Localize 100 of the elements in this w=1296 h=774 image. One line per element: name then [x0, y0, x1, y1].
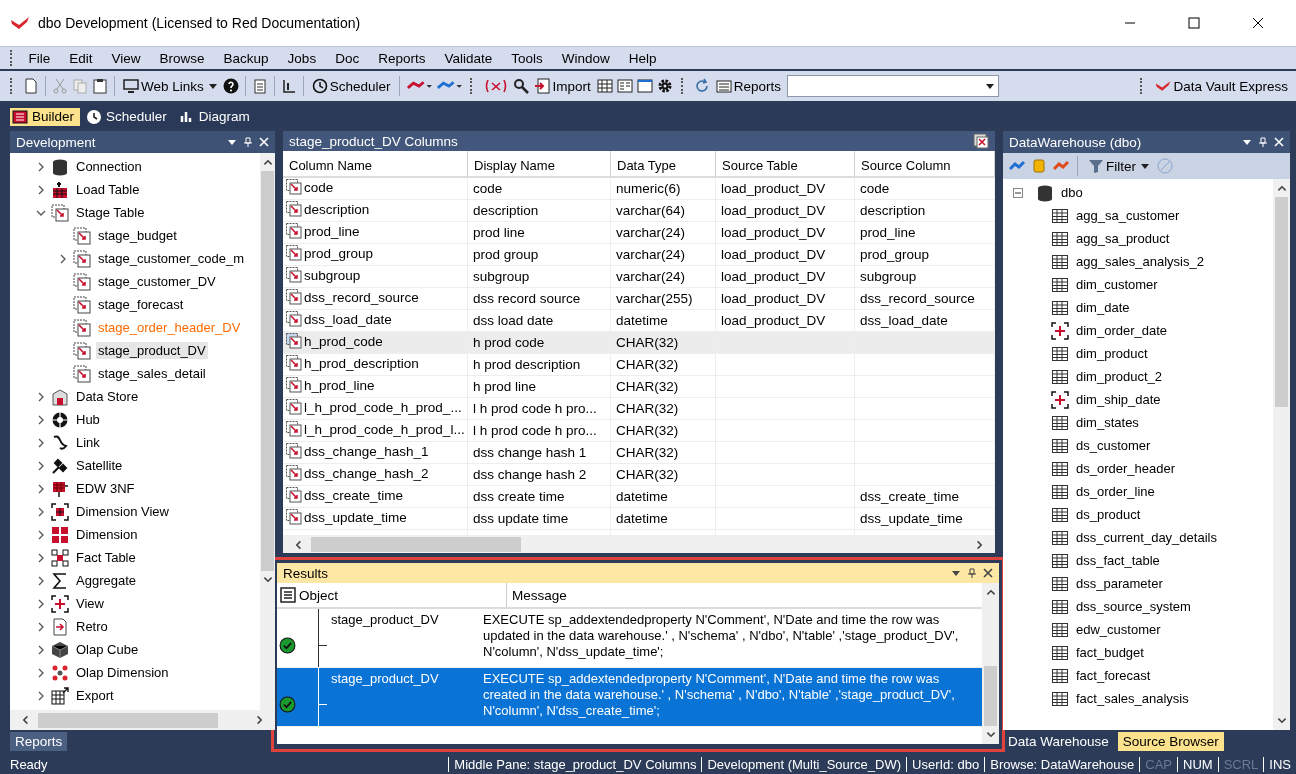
- tree-item[interactable]: dim_states: [1074, 414, 1141, 431]
- table-row[interactable]: l_h_prod_code_h_prod_l... l h prod code h pro... CHAR(32): [283, 419, 995, 442]
- dropdown-icon[interactable]: [1242, 137, 1252, 147]
- tree-item[interactable]: View: [74, 595, 106, 612]
- table-row[interactable]: l_h_prod_code_h_prod_... l h prod code h pro... CHAR(32): [283, 397, 995, 420]
- tree-item[interactable]: dim_date: [1074, 299, 1132, 316]
- menu-item[interactable]: Jobs: [278, 50, 326, 66]
- tree-item[interactable]: dss_current_day_details: [1074, 529, 1219, 546]
- column-header[interactable]: Column Name: [283, 151, 468, 177]
- expand-chevron-icon[interactable]: [36, 483, 46, 494]
- grid-icon[interactable]: [596, 78, 613, 94]
- tree-item[interactable]: stage_customer_DV: [96, 273, 218, 290]
- close-icon[interactable]: [983, 568, 993, 578]
- menu-item[interactable]: Reports: [368, 50, 435, 66]
- menu-item[interactable]: View: [102, 50, 151, 66]
- tree-item[interactable]: dss_source_system: [1074, 598, 1193, 615]
- scroll-thumb[interactable]: [311, 537, 521, 552]
- tree-item[interactable]: ds_product: [1074, 506, 1143, 523]
- tree-item[interactable]: ds_order_line: [1074, 483, 1157, 500]
- dropdown-icon[interactable]: [951, 568, 961, 578]
- maximize-icon[interactable]: [1188, 17, 1200, 29]
- menu-item[interactable]: Edit: [59, 50, 103, 66]
- table-close-icon[interactable]: [973, 133, 989, 149]
- pin-icon[interactable]: [967, 568, 977, 578]
- tree-item[interactable]: Export: [74, 687, 116, 704]
- table-row[interactable]: dss_create_time dss create time datetime dss_create_time: [283, 485, 995, 508]
- menu-item[interactable]: Doc: [325, 50, 369, 66]
- tree-item[interactable]: dim_product: [1074, 345, 1150, 362]
- tree-item[interactable]: fact_sales_analysis: [1074, 690, 1191, 707]
- view-tab[interactable]: Diagram: [176, 107, 256, 126]
- expand-chevron-icon[interactable]: [36, 529, 46, 540]
- expand-chevron-icon[interactable]: [36, 161, 46, 172]
- expand-chevron-icon[interactable]: [36, 667, 46, 678]
- view-tab[interactable]: Scheduler: [84, 107, 173, 126]
- scroll-thumb[interactable]: [261, 171, 274, 571]
- tree-item[interactable]: dim_customer: [1074, 276, 1160, 293]
- panel-tab[interactable]: Data Warehouse: [1003, 731, 1114, 751]
- settings-icon[interactable]: [656, 78, 673, 94]
- column-header[interactable]: Source Table: [715, 151, 855, 177]
- menu-item[interactable]: Validate: [434, 50, 502, 66]
- tree-item[interactable]: Data Store: [74, 388, 141, 405]
- tree-item[interactable]: Olap Dimension: [74, 664, 171, 681]
- axis-icon[interactable]: [280, 78, 297, 94]
- expand-chevron-icon[interactable]: [36, 506, 46, 517]
- menu-item[interactable]: Window: [552, 50, 620, 66]
- expand-chevron-icon[interactable]: [36, 437, 46, 448]
- help-icon[interactable]: [222, 78, 239, 94]
- column-header[interactable]: Message: [507, 587, 567, 603]
- table-row[interactable]: h_prod_line h prod line CHAR(32): [283, 375, 995, 398]
- menu-item[interactable]: Tools: [501, 50, 553, 66]
- tree-item[interactable]: EDW 3NF: [74, 480, 137, 497]
- import-button[interactable]: Import: [532, 78, 593, 94]
- column-header[interactable]: Data Type: [610, 151, 716, 177]
- menu-item[interactable]: Help: [619, 50, 667, 66]
- table-row[interactable]: code code numeric(6) load_product_DV code: [283, 177, 995, 200]
- tree-item[interactable]: Retro: [74, 618, 110, 635]
- tree-item[interactable]: dss_fact_table: [1074, 552, 1162, 569]
- filter-button[interactable]: Filter: [1086, 158, 1151, 174]
- table-row[interactable]: dss_load_date dss load date datetime load_product_DV dss_load_date: [283, 309, 995, 332]
- search-icon[interactable]: [512, 78, 529, 94]
- form-icon[interactable]: [616, 78, 633, 94]
- tree-item[interactable]: Aggregate: [74, 572, 138, 589]
- expand-chevron-icon[interactable]: [36, 460, 46, 471]
- column-header[interactable]: Display Name: [467, 151, 611, 177]
- paste-icon[interactable]: [92, 78, 108, 94]
- tree-item[interactable]: Fact Table: [74, 549, 138, 566]
- expand-chevron-icon[interactable]: [36, 598, 46, 609]
- table-row[interactable]: dss_change_hash_1 dss change hash 1 CHAR(32): [283, 441, 995, 464]
- table-row[interactable]: prod_line prod line varchar(24) load_product_DV prod_line: [283, 221, 995, 244]
- table-row[interactable]: h_prod_code h prod code CHAR(32): [283, 331, 995, 354]
- tree-item[interactable]: agg_sales_analysis_2: [1074, 253, 1206, 270]
- table-row[interactable]: dss_update_time dss update time datetime dss_update_time: [283, 507, 995, 530]
- dropdown-icon[interactable]: [227, 137, 237, 147]
- tree-item[interactable]: Connection: [74, 158, 144, 175]
- scheduler-button[interactable]: Scheduler: [309, 78, 393, 94]
- expand-chevron-icon[interactable]: [36, 391, 46, 402]
- refresh-icon[interactable]: [693, 78, 710, 94]
- table-row[interactable]: dss_change_hash_2 dss change hash 2 CHAR(32): [283, 463, 995, 486]
- tree-item[interactable]: Olap Cube: [74, 641, 141, 658]
- table-row[interactable]: subgroup subgroup varchar(24) load_product_DV subgroup: [283, 265, 995, 288]
- table-row[interactable]: dss_record_source dss record source varchar(255) load_product_DV dss_record_source: [283, 287, 995, 310]
- table-row[interactable]: prod_group prod group varchar(24) load_product_DV prod_group: [283, 243, 995, 266]
- column-header[interactable]: Object: [299, 583, 507, 607]
- expand-chevron-icon[interactable]: [36, 621, 46, 632]
- tree-item[interactable]: dim_order_date: [1074, 322, 1170, 339]
- column-header[interactable]: Source Column: [854, 151, 995, 177]
- expand-chevron-icon[interactable]: [36, 690, 46, 701]
- collapse-icon[interactable]: [1013, 187, 1023, 198]
- tree-item[interactable]: Link: [74, 434, 102, 451]
- tree-item[interactable]: ds_order_header: [1074, 460, 1178, 477]
- clipboard-icon[interactable]: [251, 78, 268, 94]
- window-icon[interactable]: [636, 78, 653, 94]
- tree-item[interactable]: stage_sales_detail: [96, 365, 208, 382]
- menu-item[interactable]: Backup: [214, 50, 279, 66]
- web-links-button[interactable]: Web Links: [121, 78, 219, 94]
- list-icon[interactable]: [280, 587, 296, 603]
- tree-item[interactable]: Load Table: [74, 181, 142, 198]
- view-tab[interactable]: Builder: [10, 107, 81, 126]
- menu-item[interactable]: File: [19, 50, 60, 66]
- tree-item[interactable]: stage_customer_code_m: [96, 250, 246, 267]
